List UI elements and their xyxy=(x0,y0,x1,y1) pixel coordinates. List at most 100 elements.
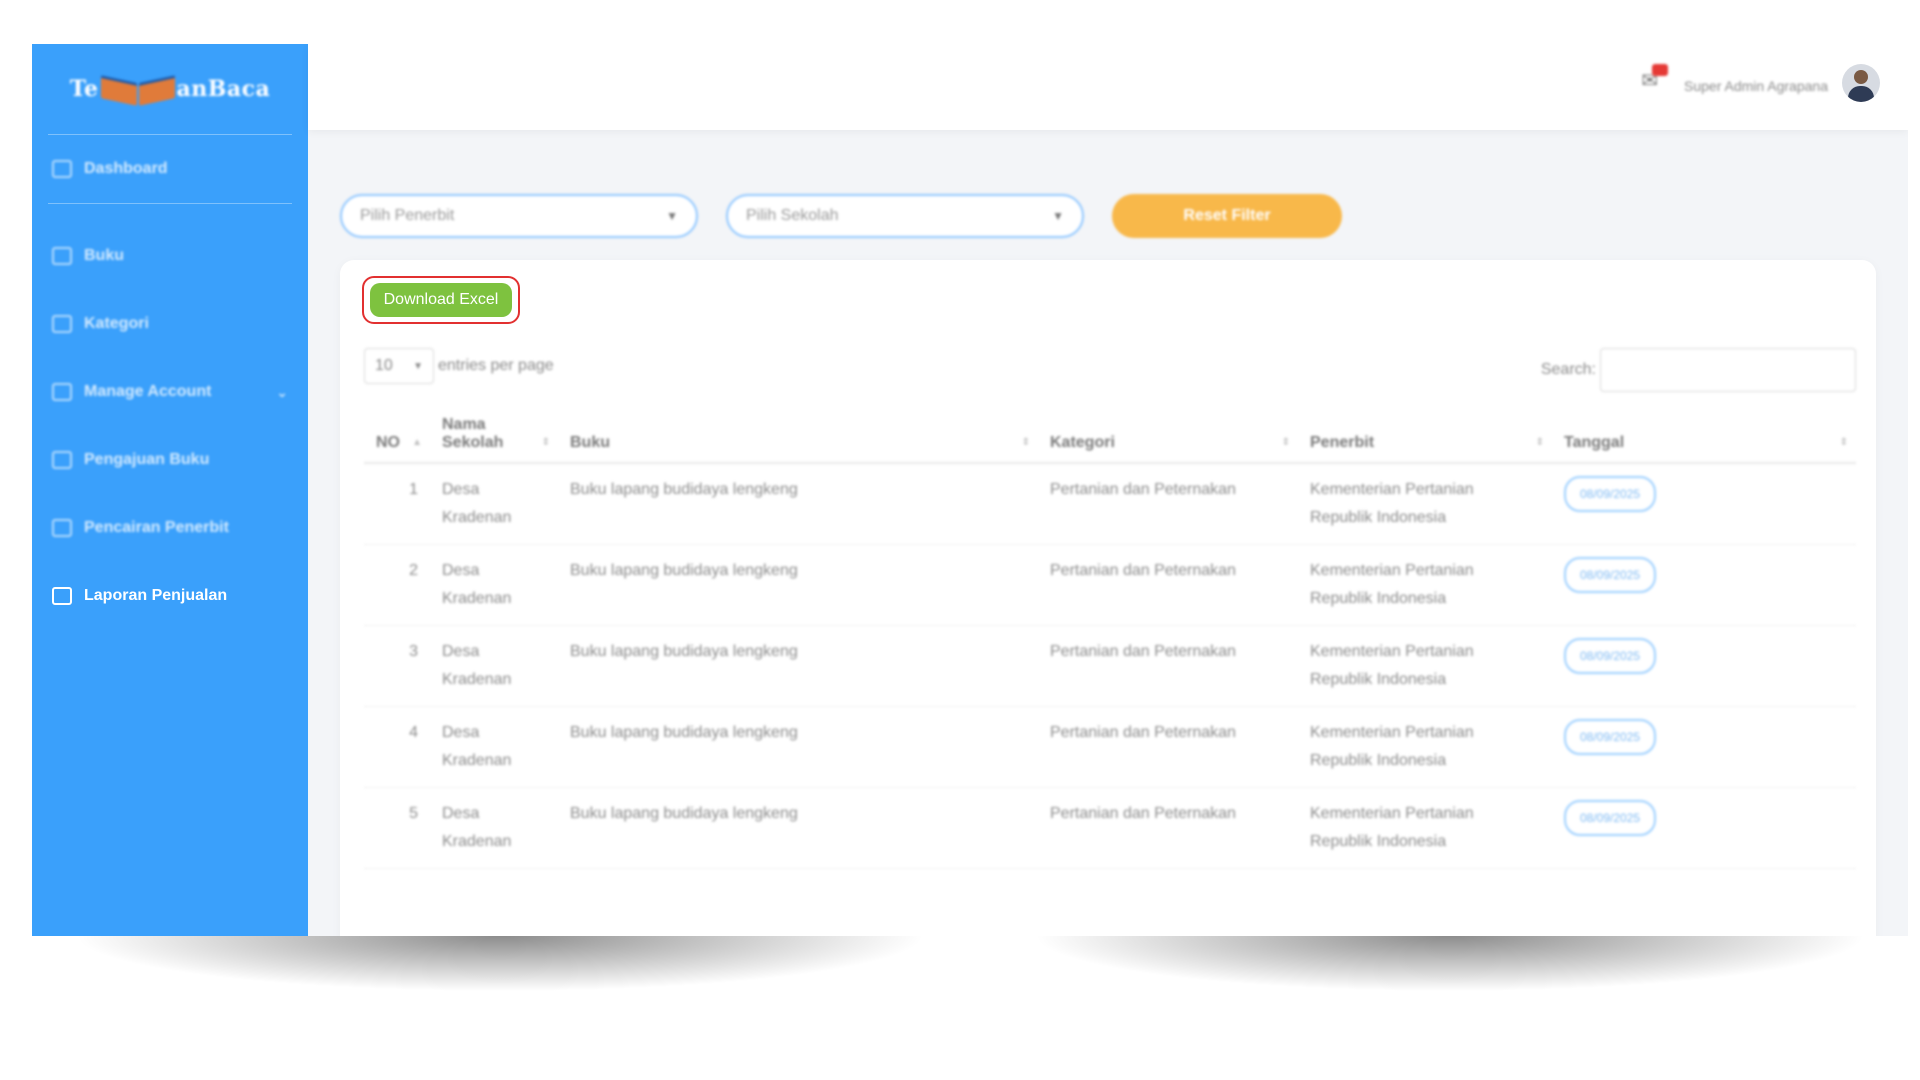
cell-book: Buku lapang budidaya lengkeng xyxy=(558,625,1038,707)
filter-bar: Pilih Penerbit ▼ Pilih Sekolah ▼ Reset F… xyxy=(340,194,1342,242)
sidebar-item-pencairan-penerbit[interactable]: Pencairan Penerbit xyxy=(32,494,308,562)
cell-date: 08/09/2025 xyxy=(1552,787,1856,869)
frame-shadow-left xyxy=(40,936,960,996)
table-row[interactable]: 3 Desa Kradenan Buku lapang budidaya len… xyxy=(364,625,1856,707)
cell-no: 3 xyxy=(364,625,430,707)
table-row[interactable]: 4 Desa Kradenan Buku lapang budidaya len… xyxy=(364,706,1856,788)
sidebar-item-label: Manage Account xyxy=(84,383,212,400)
sidebar-item-label: Buku xyxy=(84,247,124,264)
sales-table: NO ▲ Nama Sekolah ⇕ Buku ⇕ Kategori ⇕ Penerb… xyxy=(364,410,1856,869)
report-icon xyxy=(52,587,72,605)
column-label: NO xyxy=(376,434,400,451)
download-excel-button[interactable]: Download Excel xyxy=(369,283,513,317)
column-header-publisher[interactable]: Penerbit ⇕ xyxy=(1298,410,1552,464)
cell-book: Buku lapang budidaya lengkeng xyxy=(558,463,1038,545)
chevron-down-icon: ▼ xyxy=(1052,209,1064,223)
chevron-down-icon: ⌄ xyxy=(276,383,288,400)
column-header-date[interactable]: Tanggal ⇕ xyxy=(1552,410,1856,464)
money-icon xyxy=(52,519,72,537)
cell-date: 08/09/2025 xyxy=(1552,706,1856,788)
cell-publisher: Kementerian Pertanian Republik Indonesia xyxy=(1298,706,1552,788)
date-badge: 08/09/2025 xyxy=(1564,476,1657,512)
notification-badge xyxy=(1652,64,1668,76)
sidebar-item-label: Pengajuan Buku xyxy=(84,451,210,468)
entries-control: 10 ▼ entries per page xyxy=(364,348,554,384)
cell-publisher: Kementerian Pertanian Republik Indonesia xyxy=(1298,787,1552,869)
avatar[interactable] xyxy=(1842,64,1880,102)
cell-category: Pertanian dan Peternakan xyxy=(1038,544,1298,626)
publisher-select-placeholder: Pilih Penerbit xyxy=(360,207,455,224)
table-header-row: NO ▲ Nama Sekolah ⇕ Buku ⇕ Kategori ⇕ Penerb… xyxy=(364,410,1856,464)
column-header-no[interactable]: NO ▲ xyxy=(364,410,430,464)
column-header-book[interactable]: Buku ⇕ xyxy=(558,410,1038,464)
download-highlight: Download Excel xyxy=(362,276,520,324)
topbar: ✉ Super Admin Agrapana xyxy=(308,44,1908,130)
search-input[interactable] xyxy=(1600,348,1856,392)
sidebar-item-manage-account[interactable]: Manage Account ⌄ xyxy=(32,358,308,426)
list-icon xyxy=(52,315,72,333)
cell-no: 1 xyxy=(364,463,430,545)
cell-school: Desa Kradenan xyxy=(430,706,558,788)
date-badge: 08/09/2025 xyxy=(1564,800,1657,836)
school-select-placeholder: Pilih Sekolah xyxy=(746,207,839,224)
column-label: Nama Sekolah xyxy=(442,416,504,451)
cell-school: Desa Kradenan xyxy=(430,544,558,626)
report-card: Download Excel 10 ▼ entries per page Sea… xyxy=(340,260,1876,936)
reset-filter-button[interactable]: Reset Filter xyxy=(1112,194,1342,238)
sidebar-item-buku[interactable]: Buku xyxy=(32,222,308,290)
column-header-category[interactable]: Kategori ⇕ xyxy=(1038,410,1298,464)
cell-school: Desa Kradenan xyxy=(430,463,558,545)
upload-icon xyxy=(52,451,72,469)
search-control: Search: xyxy=(1541,348,1856,392)
avatar-body xyxy=(1848,86,1874,102)
sidebar-item-laporan-penjualan[interactable]: Laporan Penjualan xyxy=(32,562,308,630)
table-row[interactable]: 5 Desa Kradenan Buku lapang budidaya len… xyxy=(364,787,1856,869)
sort-icon: ⇕ xyxy=(541,437,550,448)
sidebar-item-kategori[interactable]: Kategori xyxy=(32,290,308,358)
entries-label: entries per page xyxy=(438,357,554,374)
cell-category: Pertanian dan Peternakan xyxy=(1038,706,1298,788)
sidebar-item-dashboard[interactable]: Dashboard xyxy=(32,135,308,203)
chevron-down-icon: ▼ xyxy=(666,209,678,223)
date-badge: 08/09/2025 xyxy=(1564,719,1657,755)
table-row[interactable]: 2 Desa Kradenan Buku lapang budidaya len… xyxy=(364,544,1856,626)
cell-publisher: Kementerian Pertanian Republik Indonesia xyxy=(1298,625,1552,707)
column-label: Penerbit xyxy=(1310,434,1375,451)
cell-category: Pertanian dan Peternakan xyxy=(1038,787,1298,869)
cell-no: 5 xyxy=(364,787,430,869)
open-book-icon xyxy=(101,71,175,107)
sort-asc-icon: ▲ xyxy=(412,437,422,448)
sidebar-item-pengajuan-buku[interactable]: Pengajuan Buku xyxy=(32,426,308,494)
table-row[interactable]: 1 Desa Kradenan Buku lapang budidaya len… xyxy=(364,463,1856,545)
sort-icon: ⇕ xyxy=(1021,437,1030,448)
cell-date: 08/09/2025 xyxy=(1552,625,1856,707)
cell-date: 08/09/2025 xyxy=(1552,544,1856,626)
sidebar-item-label: Pencairan Penerbit xyxy=(84,519,229,536)
user-name[interactable]: Super Admin Agrapana xyxy=(1684,78,1828,94)
column-label: Tanggal xyxy=(1564,434,1625,451)
cell-school: Desa Kradenan xyxy=(430,787,558,869)
column-label: Kategori xyxy=(1050,434,1115,451)
cell-no: 2 xyxy=(364,544,430,626)
book-icon xyxy=(52,247,72,265)
date-badge: 08/09/2025 xyxy=(1564,638,1657,674)
publisher-select[interactable]: Pilih Penerbit ▼ xyxy=(340,194,698,238)
cell-book: Buku lapang budidaya lengkeng xyxy=(558,787,1038,869)
sort-icon: ⇕ xyxy=(1535,437,1544,448)
column-header-school[interactable]: Nama Sekolah ⇕ xyxy=(430,410,558,464)
app-window: Te anBaca Dashboard Buku Kategori Manage… xyxy=(32,44,1908,936)
home-icon xyxy=(52,160,72,178)
brand-logo[interactable]: Te anBaca xyxy=(32,44,308,134)
cell-no: 4 xyxy=(364,706,430,788)
entries-value: 10 xyxy=(375,357,393,374)
sidebar-item-label: Kategori xyxy=(84,315,149,332)
entries-per-page-select[interactable]: 10 ▼ xyxy=(364,348,434,384)
school-select[interactable]: Pilih Sekolah ▼ xyxy=(726,194,1084,238)
cell-publisher: Kementerian Pertanian Republik Indonesia xyxy=(1298,544,1552,626)
avatar-head xyxy=(1854,70,1868,84)
chevron-down-icon: ▼ xyxy=(413,360,423,372)
cell-date: 08/09/2025 xyxy=(1552,463,1856,545)
sidebar-item-label: Dashboard xyxy=(84,160,168,177)
cell-book: Buku lapang budidaya lengkeng xyxy=(558,544,1038,626)
